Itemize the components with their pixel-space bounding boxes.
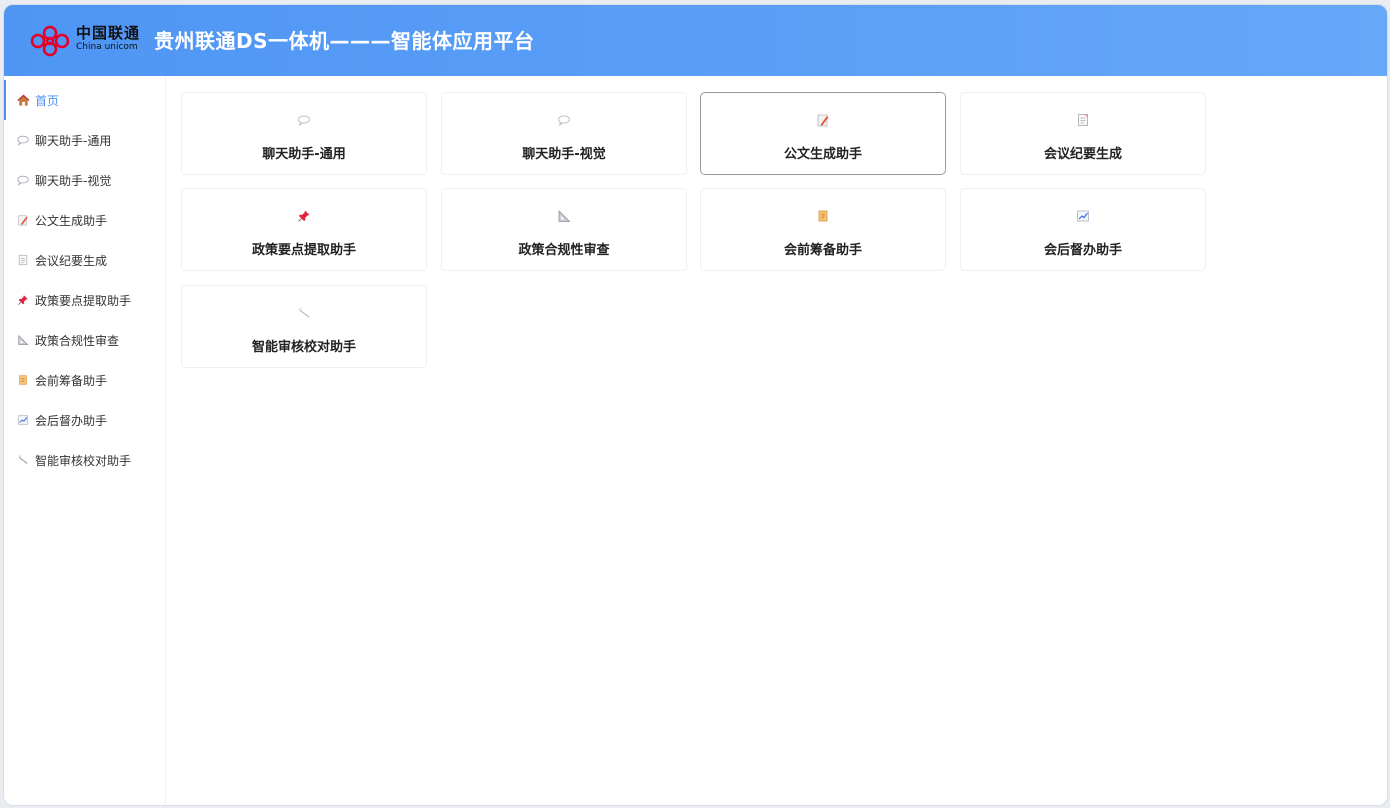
sidebar-item-label: 智能审核校对助手: [35, 453, 132, 468]
logo-wordmark: 中国联通 China unicom: [76, 24, 140, 53]
document-icon: [16, 253, 30, 267]
document-icon: [1076, 113, 1092, 129]
chart-increasing-icon: [1076, 209, 1092, 225]
card-label: 政策合规性审查: [518, 243, 610, 258]
card-label: 聊天助手-通用: [262, 147, 346, 162]
chat-bubble-icon: [557, 113, 573, 129]
china-unicom-logo-icon: [26, 23, 76, 59]
sidebar-item-label: 聊天助手-通用: [35, 133, 112, 148]
sidebar-item-home[interactable]: 首页: [4, 80, 165, 120]
chat-bubble-icon: [297, 113, 313, 129]
chat-bubble-icon: [16, 173, 30, 187]
app-card-chat-general[interactable]: 聊天助手-通用: [181, 92, 427, 175]
sidebar-item-label: 会议纪要生成: [35, 253, 108, 268]
sidebar-item-label: 聊天助手-视觉: [35, 173, 112, 188]
sidebar-item-label: 公文生成助手: [35, 213, 108, 228]
sidebar-item-label: 会前筹备助手: [35, 373, 108, 388]
app-window: 中国联通 China unicom 贵州联通DS一体机———智能体应用平台 首页…: [3, 4, 1388, 806]
memo-pencil-icon: [16, 213, 30, 227]
sidebar-item-label: 政策合规性审查: [35, 333, 120, 348]
app-card-document-generation[interactable]: 公文生成助手: [700, 92, 946, 175]
card-label: 会议纪要生成: [1043, 147, 1122, 162]
card-label: 会后督办助手: [1043, 243, 1122, 258]
app-card-policy-compliance[interactable]: 政策合规性审查: [441, 188, 687, 271]
memo-pencil-icon: [816, 113, 832, 129]
card-label: 聊天助手-视觉: [522, 147, 606, 162]
pushpin-icon: [16, 293, 30, 307]
triangle-ruler-icon: [16, 333, 30, 347]
card-label: 会前筹备助手: [783, 243, 862, 258]
scroll-icon: [16, 373, 30, 387]
sidebar-item-policy-compliance[interactable]: 政策合规性审查: [4, 320, 165, 360]
wand-icon: [297, 306, 313, 322]
pushpin-icon: [297, 209, 313, 225]
sidebar-item-label: 会后督办助手: [35, 413, 108, 428]
sidebar-item-policy-extraction[interactable]: 政策要点提取助手: [4, 280, 165, 320]
app-card-chat-vision[interactable]: 聊天助手-视觉: [441, 92, 687, 175]
sidebar-item-chat-general[interactable]: 聊天助手-通用: [4, 120, 165, 160]
chat-bubble-icon: [16, 133, 30, 147]
app-card-pre-meeting[interactable]: 会前筹备助手: [700, 188, 946, 271]
sidebar-item-proofreading[interactable]: 智能审核校对助手: [4, 440, 165, 480]
triangle-ruler-icon: [557, 209, 573, 225]
sidebar-item-label: 首页: [35, 93, 60, 108]
sidebar-item-meeting-minutes[interactable]: 会议纪要生成: [4, 240, 165, 280]
card-label: 智能审核校对助手: [251, 340, 356, 355]
app-card-policy-extraction[interactable]: 政策要点提取助手: [181, 188, 427, 271]
chart-increasing-icon: [16, 413, 30, 427]
page-title: 贵州联通DS一体机———智能体应用平台: [154, 29, 535, 53]
header-bar: 中国联通 China unicom 贵州联通DS一体机———智能体应用平台: [4, 5, 1387, 76]
logo-cn-text: 中国联通: [76, 24, 141, 42]
sidebar: 首页 聊天助手-通用 聊天助手-视觉 公文生成助手 会议纪要生成 政策要点提取助…: [4, 76, 166, 805]
card-label: 政策要点提取助手: [251, 243, 356, 258]
app-card-proofreading[interactable]: 智能审核校对助手: [181, 285, 427, 368]
sidebar-item-label: 政策要点提取助手: [35, 293, 132, 308]
app-card-post-meeting[interactable]: 会后督办助手: [960, 188, 1206, 271]
app-card-meeting-minutes[interactable]: 会议纪要生成: [960, 92, 1206, 175]
scroll-icon: [816, 209, 832, 225]
card-label: 公文生成助手: [783, 147, 862, 162]
sidebar-item-pre-meeting[interactable]: 会前筹备助手: [4, 360, 165, 400]
home-icon: [16, 93, 30, 107]
logo-en-text: China unicom: [76, 42, 138, 52]
wand-icon: [16, 453, 30, 467]
sidebar-item-chat-vision[interactable]: 聊天助手-视觉: [4, 160, 165, 200]
sidebar-item-post-meeting[interactable]: 会后督办助手: [4, 400, 165, 440]
sidebar-item-document-generation[interactable]: 公文生成助手: [4, 200, 165, 240]
